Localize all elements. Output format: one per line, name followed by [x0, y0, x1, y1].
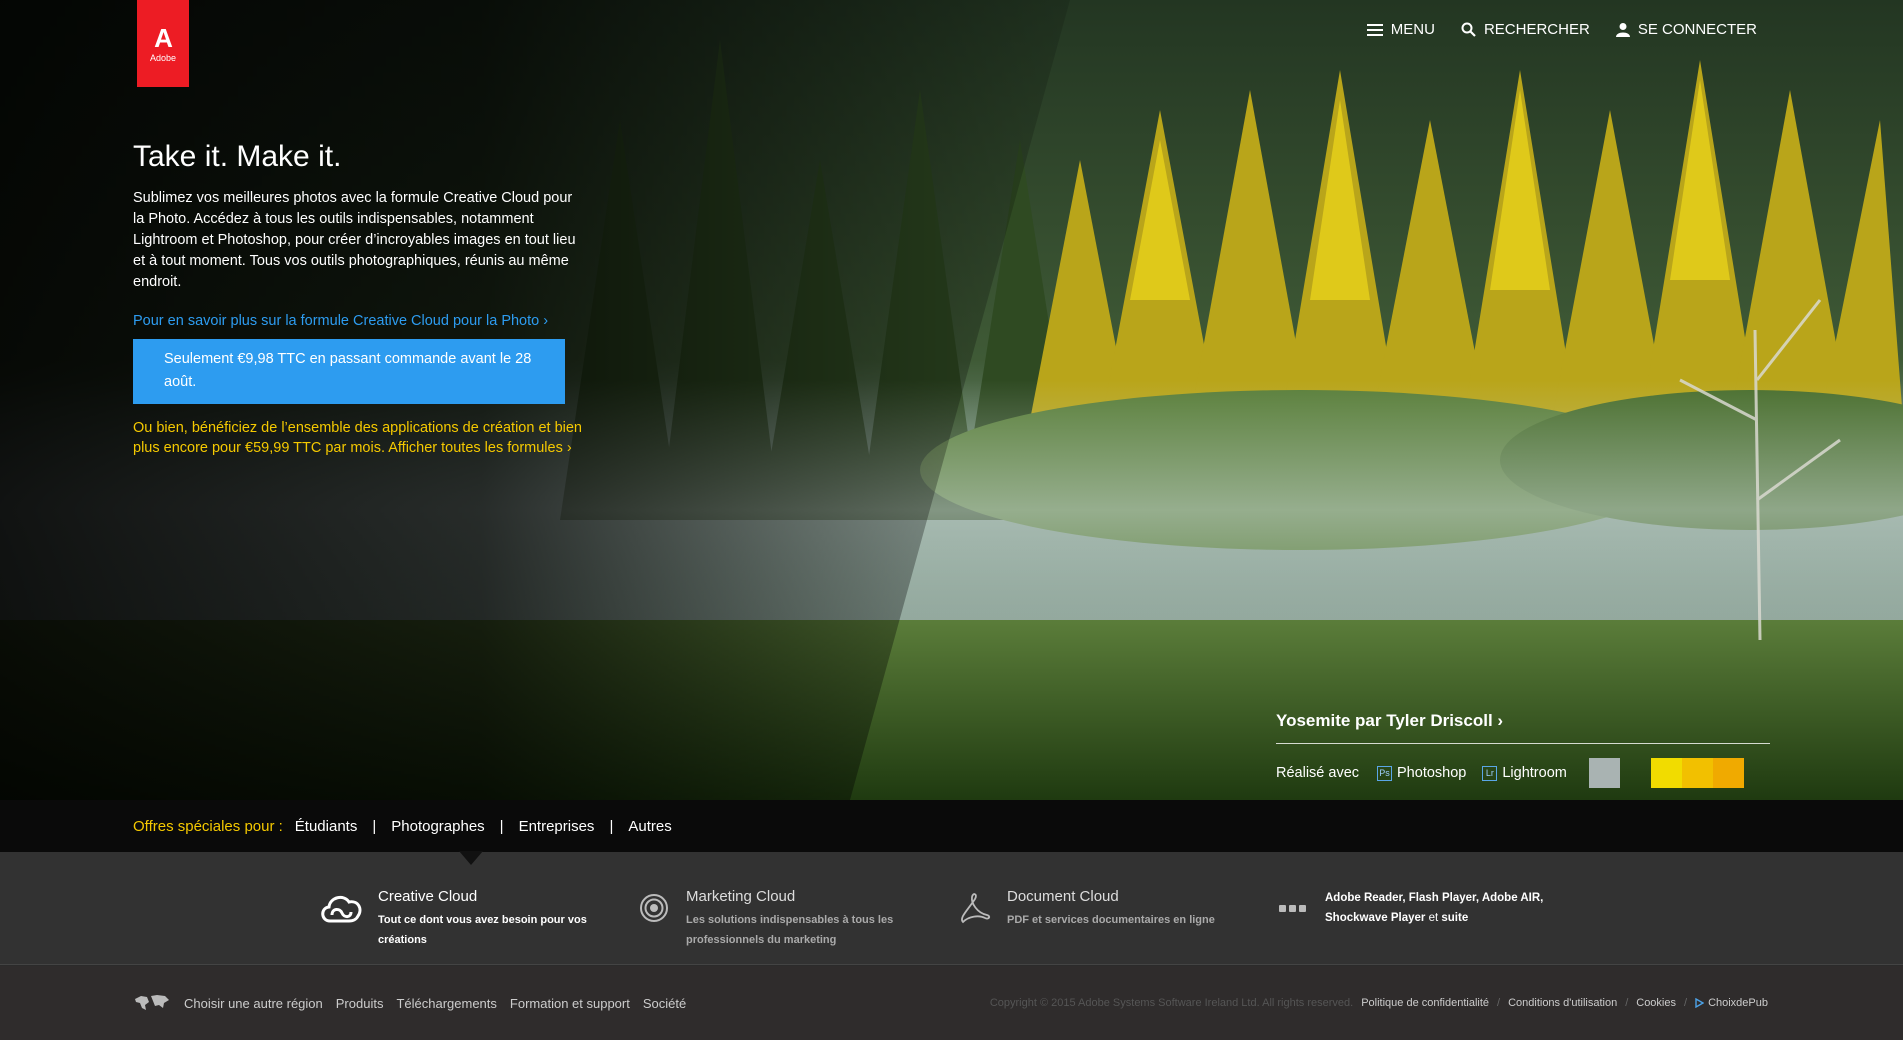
photo-credit: Yosemite par Tyler Driscoll › Réalisé av…	[1276, 711, 1770, 788]
footer-products-link[interactable]: Produits	[336, 996, 384, 1011]
shockwave-player-label: Shockwave Player	[1325, 912, 1426, 924]
offer-photographers-link[interactable]: Photographes	[391, 818, 484, 835]
privacy-policy-link[interactable]: Politique de confidentialité	[1361, 997, 1489, 1009]
document-cloud-icon	[955, 888, 993, 928]
sign-in-label: SE CONNECTER	[1637, 21, 1757, 38]
lightroom-link[interactable]: Lr Lightroom	[1482, 765, 1567, 781]
photoshop-label: Photoshop	[1397, 765, 1467, 781]
made-with-row: Réalisé avec Ps Photoshop Lr Lightroom	[1276, 758, 1770, 788]
price-offer-button[interactable]: Seulement €9,98 TTC en passant commande …	[133, 339, 565, 404]
color-swatch	[1681, 758, 1713, 788]
hero-section: A Adobe MENU RECHERCHER SE CONNECTER Tak…	[0, 0, 1903, 800]
adobe-logo-mark: A	[154, 22, 173, 53]
hero-copy: Take it. Make it. Sublimez vos meilleure…	[133, 140, 583, 458]
more-dots-icon	[1275, 888, 1311, 928]
change-region-link[interactable]: Choisir une autre région	[184, 996, 323, 1011]
creative-cloud-icon	[318, 888, 364, 928]
creative-cloud-title: Creative Cloud	[378, 888, 478, 905]
color-swatch	[1712, 758, 1744, 788]
offer-separator: |	[372, 817, 377, 835]
marketing-cloud-desc: Les solutions indispensables à tous les …	[686, 914, 894, 946]
hero-body-text: Sublimez vos meilleures photos avec la f…	[133, 190, 576, 290]
top-navigation: MENU RECHERCHER SE CONNECTER	[1366, 21, 1757, 38]
special-offers-label: Offres spéciales pour :	[133, 817, 283, 835]
special-offers-bar: Offres spéciales pour : Étudiants | Phot…	[0, 800, 1903, 852]
footer-training-support-link[interactable]: Formation et support	[510, 996, 630, 1011]
offer-separator: |	[609, 817, 614, 835]
sign-in-button[interactable]: SE CONNECTER	[1615, 21, 1757, 38]
color-swatches	[1588, 758, 1744, 788]
all-plans-link[interactable]: Ou bien, bénéficiez de l’ensemble des ap…	[133, 420, 582, 456]
document-cloud-desc: PDF et services documentaires en ligne	[1007, 914, 1215, 926]
active-caret	[459, 851, 483, 865]
legal-separator: /	[1684, 997, 1688, 1009]
adchoice-label: ChoixdePub	[1708, 997, 1768, 1009]
user-icon	[1615, 23, 1630, 37]
offer-separator: |	[499, 817, 504, 835]
offer-business-link[interactable]: Entreprises	[519, 818, 595, 835]
lightroom-label: Lightroom	[1502, 765, 1567, 781]
terms-of-use-link[interactable]: Conditions d'utilisation	[1508, 997, 1617, 1009]
search-button[interactable]: RECHERCHER	[1461, 21, 1590, 38]
clouds-strip: Creative Cloud Tout ce dont vous avez be…	[0, 851, 1903, 965]
offer-students-link[interactable]: Étudiants	[295, 818, 358, 835]
creative-cloud-desc: Tout ce dont vous avez besoin pour vos c…	[378, 914, 587, 946]
copyright-text: Copyright © 2015 Adobe Systems Software …	[989, 997, 1354, 1009]
other-products-text: Adobe Reader, Flash Player, Adobe AIR, S…	[1325, 892, 1544, 924]
flash-player-label: Flash Player	[1408, 892, 1476, 904]
color-swatch	[1588, 758, 1620, 788]
other-products-item[interactable]: Adobe Reader, Flash Player, Adobe AIR, S…	[1275, 888, 1555, 928]
document-cloud-title: Document Cloud	[1007, 888, 1119, 905]
hero-headline: Take it. Make it.	[133, 140, 342, 173]
document-cloud-item[interactable]: Document Cloud PDF et services documenta…	[955, 888, 1215, 930]
search-icon	[1461, 22, 1476, 37]
made-with-label: Réalisé avec	[1276, 765, 1360, 781]
adchoice-icon	[1695, 998, 1705, 1008]
menu-label: MENU	[1390, 21, 1435, 38]
photoshop-link[interactable]: Ps Photoshop	[1377, 765, 1466, 781]
cookies-link[interactable]: Cookies	[1636, 997, 1676, 1009]
photoshop-icon: Ps	[1377, 765, 1393, 781]
legal-separator: /	[1497, 997, 1501, 1009]
color-swatch	[1650, 758, 1682, 788]
marketing-cloud-icon	[636, 888, 672, 928]
and-label: et	[1428, 912, 1439, 924]
suite-label: suite	[1441, 912, 1469, 924]
adobe-logo-word: Adobe	[149, 52, 177, 63]
footer: Choisir une autre région Produits Téléch…	[0, 966, 1903, 1040]
footer-legal: Copyright © 2015 Adobe Systems Software …	[990, 997, 1768, 1009]
menu-button[interactable]: MENU	[1366, 21, 1435, 38]
adobe-reader-label: Adobe Reader	[1325, 892, 1403, 904]
adobe-logo[interactable]: A Adobe	[137, 0, 189, 87]
marketing-cloud-item[interactable]: Marketing Cloud Les solutions indispensa…	[636, 888, 911, 950]
marketing-cloud-title: Marketing Cloud	[686, 888, 796, 905]
legal-separator: /	[1625, 997, 1629, 1009]
lightroom-icon: Lr	[1482, 765, 1498, 781]
search-label: RECHERCHER	[1483, 21, 1590, 38]
footer-company-link[interactable]: Société	[643, 996, 686, 1011]
world-map-icon	[135, 995, 169, 1010]
hamburger-icon	[1366, 23, 1383, 36]
adchoice-link[interactable]: ChoixdePub	[1695, 997, 1768, 1009]
footer-downloads-link[interactable]: Téléchargements	[396, 996, 496, 1011]
photo-credit-link[interactable]: Yosemite par Tyler Driscoll ›	[1276, 711, 1770, 744]
offer-other-link[interactable]: Autres	[628, 818, 671, 835]
footer-left-links: Choisir une autre région Produits Téléch…	[133, 993, 686, 1013]
adobe-air-label: Adobe AIR	[1481, 892, 1541, 904]
creative-cloud-item[interactable]: Creative Cloud Tout ce dont vous avez be…	[318, 888, 600, 950]
learn-more-link[interactable]: Pour en savoir plus sur la formule Creat…	[133, 313, 583, 329]
